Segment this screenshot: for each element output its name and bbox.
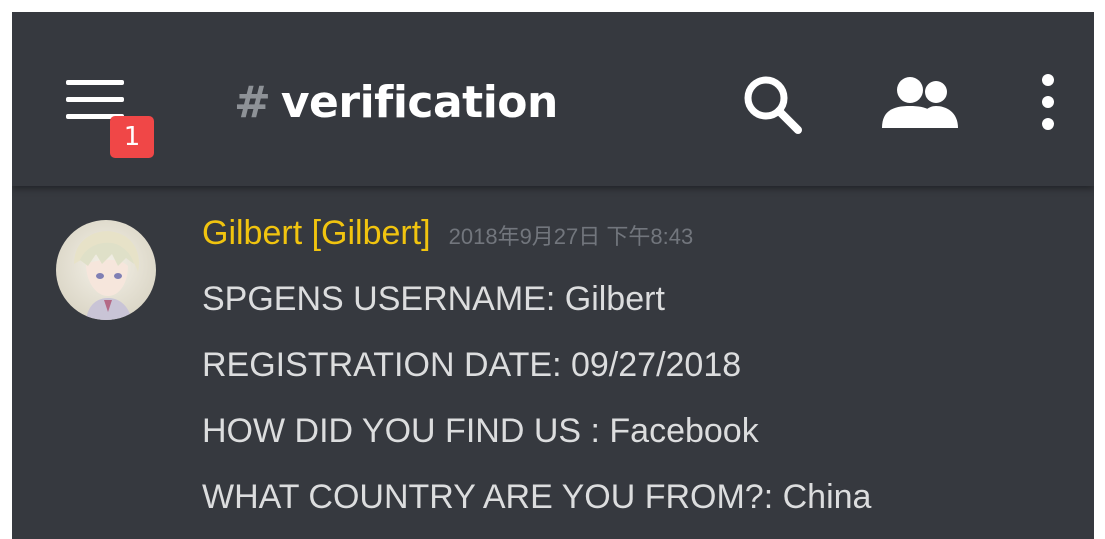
message-timestamp: 2018年9月27日 下午8:43 [448, 224, 694, 249]
more-vertical-icon [1042, 74, 1054, 130]
message-line-registration-date: REGISTRATION DATE: 09/27/2018 [202, 346, 742, 384]
channel-name: verification [280, 76, 558, 128]
search-button[interactable] [738, 70, 808, 140]
message-list: Gilbert [Gilbert] 2018年9月27日 下午8:43 SPGE… [12, 186, 1094, 539]
members-button[interactable] [880, 76, 964, 136]
message-line-country: WHAT COUNTRY ARE YOU FROM?: China [202, 478, 872, 516]
message-author[interactable]: Gilbert [Gilbert] [202, 214, 431, 253]
message-line-how-found: HOW DID YOU FIND US : Facebook [202, 412, 759, 450]
message-header: Gilbert [Gilbert] 2018年9月27日 下午8:43 [202, 214, 693, 264]
channel-header: 1 # verification [12, 12, 1094, 186]
channel-hash-icon: # [234, 76, 271, 128]
user-avatar-icon [56, 220, 156, 320]
search-icon [744, 76, 802, 134]
app-frame: 1 # verification Gilbert [Gilbert] 2018年… [12, 12, 1094, 539]
more-options-button[interactable] [1028, 70, 1068, 140]
avatar[interactable] [56, 220, 156, 320]
channel-title: # verification [234, 72, 558, 132]
notification-badge: 1 [110, 116, 154, 158]
menu-button[interactable]: 1 [56, 64, 154, 164]
members-icon [882, 77, 958, 128]
message-line-username: SPGENS USERNAME: Gilbert [202, 280, 665, 318]
